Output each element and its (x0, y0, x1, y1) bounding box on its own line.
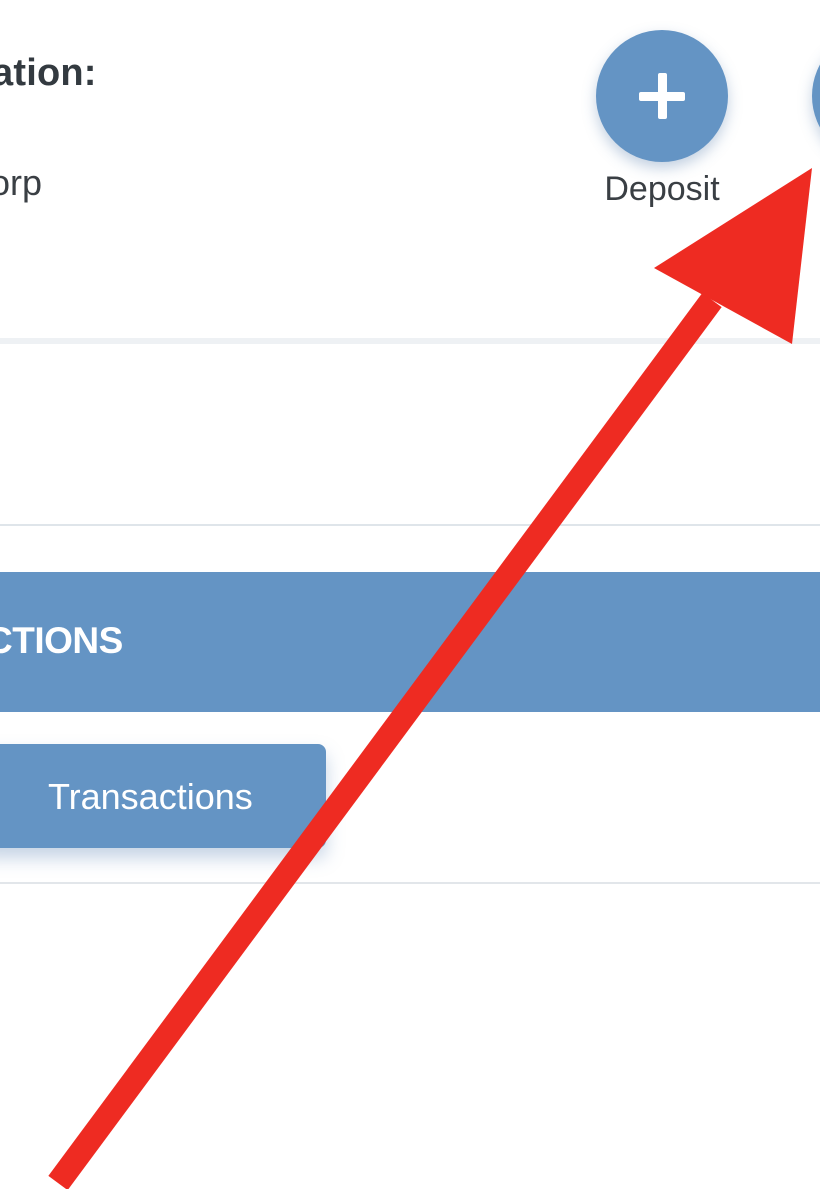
tab-transactions[interactable]: Transactions (0, 744, 326, 848)
deposit-label: Deposit (604, 170, 720, 208)
deposit-button[interactable] (596, 30, 728, 162)
page: ation: orp Deposit CTIONS Transactions (0, 0, 820, 1189)
info-label: ation: (0, 52, 97, 94)
section-header-bar: CTIONS (0, 572, 820, 712)
divider (0, 524, 820, 526)
arrow-shaft (48, 292, 722, 1189)
tab-transactions-label: Transactions (48, 776, 253, 817)
section-title: CTIONS (0, 620, 123, 661)
next-action-button[interactable] (812, 30, 820, 162)
plus-icon (639, 73, 685, 119)
info-value: orp (0, 162, 43, 203)
divider (0, 882, 820, 884)
divider (0, 338, 820, 344)
